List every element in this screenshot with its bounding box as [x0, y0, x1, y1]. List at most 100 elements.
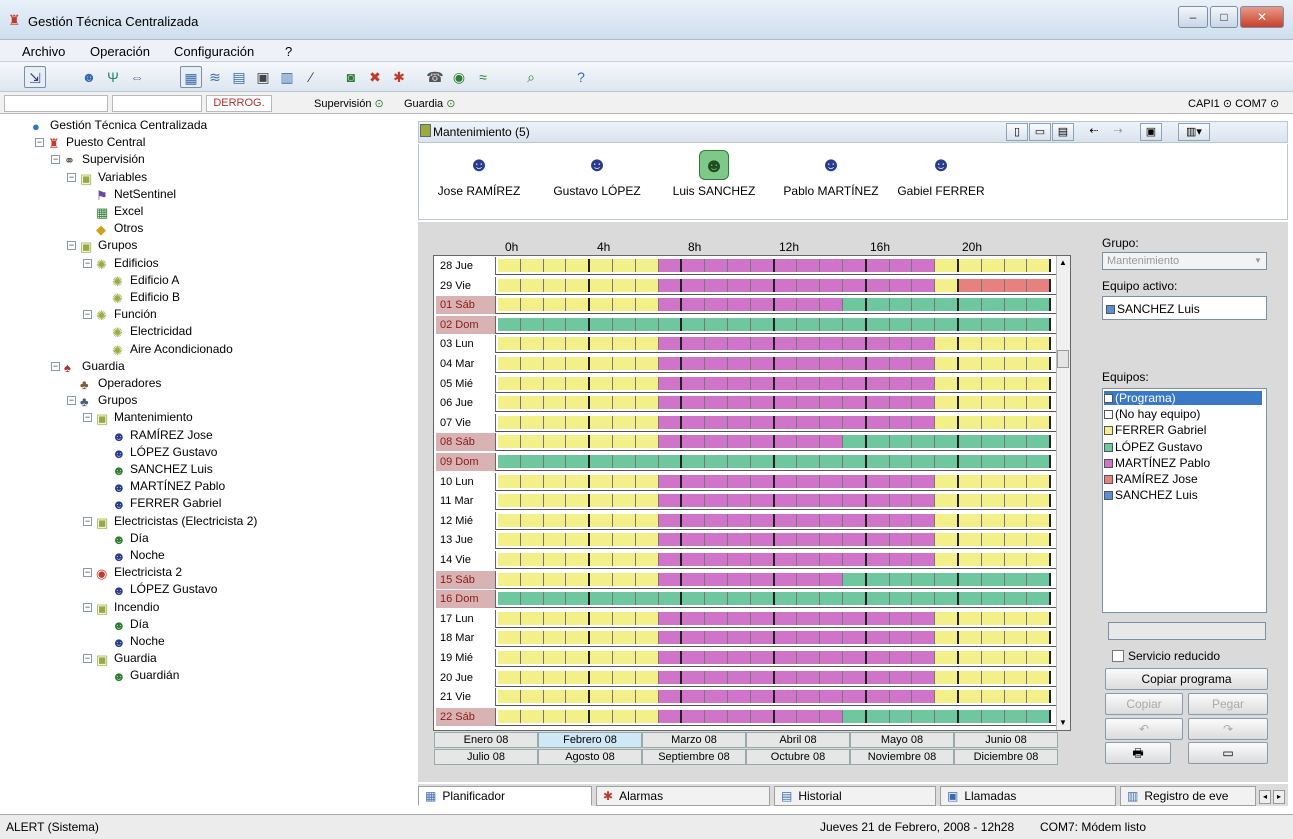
hour-cell[interactable]	[842, 317, 867, 331]
hour-cell[interactable]	[1004, 259, 1028, 272]
hour-cell[interactable]	[635, 455, 659, 468]
hour-cell[interactable]	[658, 298, 683, 312]
hour-cell[interactable]	[981, 670, 1005, 684]
hour-cell[interactable]	[774, 651, 798, 664]
tree-item[interactable]: ● Gestión Técnica Centralizada	[32, 118, 207, 133]
hour-cell[interactable]	[750, 455, 775, 468]
hour-cell[interactable]	[520, 611, 544, 625]
hour-cell[interactable]	[866, 513, 890, 527]
hour-cell[interactable]	[1027, 533, 1052, 547]
hour-cell[interactable]	[727, 474, 751, 488]
hour-cell[interactable]	[981, 396, 1005, 410]
phone-icon[interactable]: ☎	[424, 66, 446, 88]
hour-cell[interactable]	[797, 415, 821, 429]
hour-cell[interactable]	[566, 494, 591, 508]
hour-cell[interactable]	[842, 709, 867, 723]
hour-cell[interactable]	[774, 278, 798, 292]
view-grid-icon[interactable]: ▤	[1052, 123, 1074, 141]
hour-cell[interactable]	[820, 415, 843, 429]
hour-cell[interactable]	[682, 513, 706, 527]
hour-cell[interactable]	[520, 435, 544, 449]
hour-cell[interactable]	[889, 415, 913, 429]
hour-cell[interactable]	[543, 513, 567, 527]
hour-cell[interactable]	[935, 631, 959, 645]
hour-cell[interactable]	[1004, 357, 1028, 370]
hour-cell[interactable]	[1004, 592, 1028, 606]
hour-cell[interactable]	[543, 396, 567, 410]
hour-cell[interactable]	[935, 357, 959, 370]
hour-cell[interactable]	[705, 435, 728, 449]
hour-cell[interactable]	[750, 474, 775, 488]
hour-cell[interactable]	[797, 317, 821, 331]
hour-cell[interactable]	[842, 435, 867, 449]
hour-cell[interactable]	[658, 259, 683, 272]
hour-cell[interactable]	[797, 494, 821, 508]
hour-cell[interactable]	[797, 259, 821, 272]
hour-cell[interactable]	[566, 396, 591, 410]
hour-cell[interactable]	[566, 631, 591, 645]
person-card[interactable]: ☻ Pablo MARTÍNEZ	[772, 148, 890, 212]
hour-cell[interactable]	[543, 690, 567, 704]
hour-cell[interactable]	[727, 357, 751, 370]
hour-cell[interactable]	[727, 670, 751, 684]
collapse-icon[interactable]: −	[83, 413, 92, 423]
equipo-item[interactable]: RAMÍREZ Jose	[1104, 472, 1262, 486]
hour-cell[interactable]	[498, 592, 521, 606]
hour-cell[interactable]	[635, 396, 659, 410]
hour-cell[interactable]	[866, 572, 890, 586]
hour-cell[interactable]	[498, 376, 521, 390]
hour-cell[interactable]	[958, 690, 982, 704]
hour-cell[interactable]	[912, 670, 936, 684]
hour-cell[interactable]	[520, 357, 544, 370]
tab-alarm[interactable]: ✱ Alarmas	[596, 786, 770, 806]
hour-cell[interactable]	[727, 651, 751, 664]
hour-cell[interactable]	[566, 611, 591, 625]
hour-cell[interactable]	[1027, 435, 1052, 449]
hour-cell[interactable]	[889, 631, 913, 645]
hour-cell[interactable]	[727, 337, 751, 351]
tree-item[interactable]: ✺ Electricidad	[112, 324, 192, 339]
tree-item[interactable]: ▦ Excel	[96, 204, 143, 219]
hour-cell[interactable]	[1004, 631, 1028, 645]
hour-cell[interactable]	[612, 631, 636, 645]
hour-cell[interactable]	[797, 592, 821, 606]
tab-calls[interactable]: ▣ Llamadas	[940, 786, 1116, 806]
tree-item[interactable]: ✺ Aire Acondicionado	[112, 342, 233, 357]
hour-cell[interactable]	[774, 376, 798, 390]
users-icon[interactable]: ☻	[78, 66, 100, 88]
hour-cell[interactable]	[935, 278, 959, 292]
hour-cell[interactable]	[797, 396, 821, 410]
hour-cell[interactable]	[981, 259, 1005, 272]
hour-cell[interactable]	[635, 631, 659, 645]
hour-cell[interactable]	[889, 357, 913, 370]
hour-cell[interactable]	[543, 592, 567, 606]
hour-cell[interactable]	[566, 376, 591, 390]
hour-cell[interactable]	[866, 631, 890, 645]
hour-cell[interactable]	[705, 690, 728, 704]
signal-icon[interactable]: ≋	[204, 66, 226, 88]
hour-cell[interactable]	[797, 651, 821, 664]
hour-cell[interactable]	[705, 553, 728, 566]
hour-cell[interactable]	[774, 259, 798, 272]
equipo-item[interactable]: SANCHEZ Luis	[1104, 488, 1262, 502]
hour-cell[interactable]	[520, 572, 544, 586]
hour-cell[interactable]	[866, 651, 890, 664]
month-tab[interactable]: Agosto 08	[538, 749, 642, 765]
hour-cell[interactable]	[750, 553, 775, 566]
hour-cell[interactable]	[1027, 455, 1052, 468]
hour-cell[interactable]	[935, 592, 959, 606]
hour-cell[interactable]	[820, 592, 843, 606]
hour-cell[interactable]	[935, 298, 959, 312]
hour-cell[interactable]	[590, 376, 613, 390]
hour-cell[interactable]	[935, 611, 959, 625]
hour-cell[interactable]	[612, 376, 636, 390]
hour-cell[interactable]	[520, 592, 544, 606]
hour-cell[interactable]	[750, 631, 775, 645]
hour-cell[interactable]	[658, 651, 683, 664]
hour-cell[interactable]	[727, 259, 751, 272]
hour-cell[interactable]	[935, 709, 959, 723]
hour-cell[interactable]	[750, 494, 775, 508]
hour-cell[interactable]	[935, 533, 959, 547]
hour-cell[interactable]	[727, 533, 751, 547]
hour-cell[interactable]	[1004, 709, 1028, 723]
